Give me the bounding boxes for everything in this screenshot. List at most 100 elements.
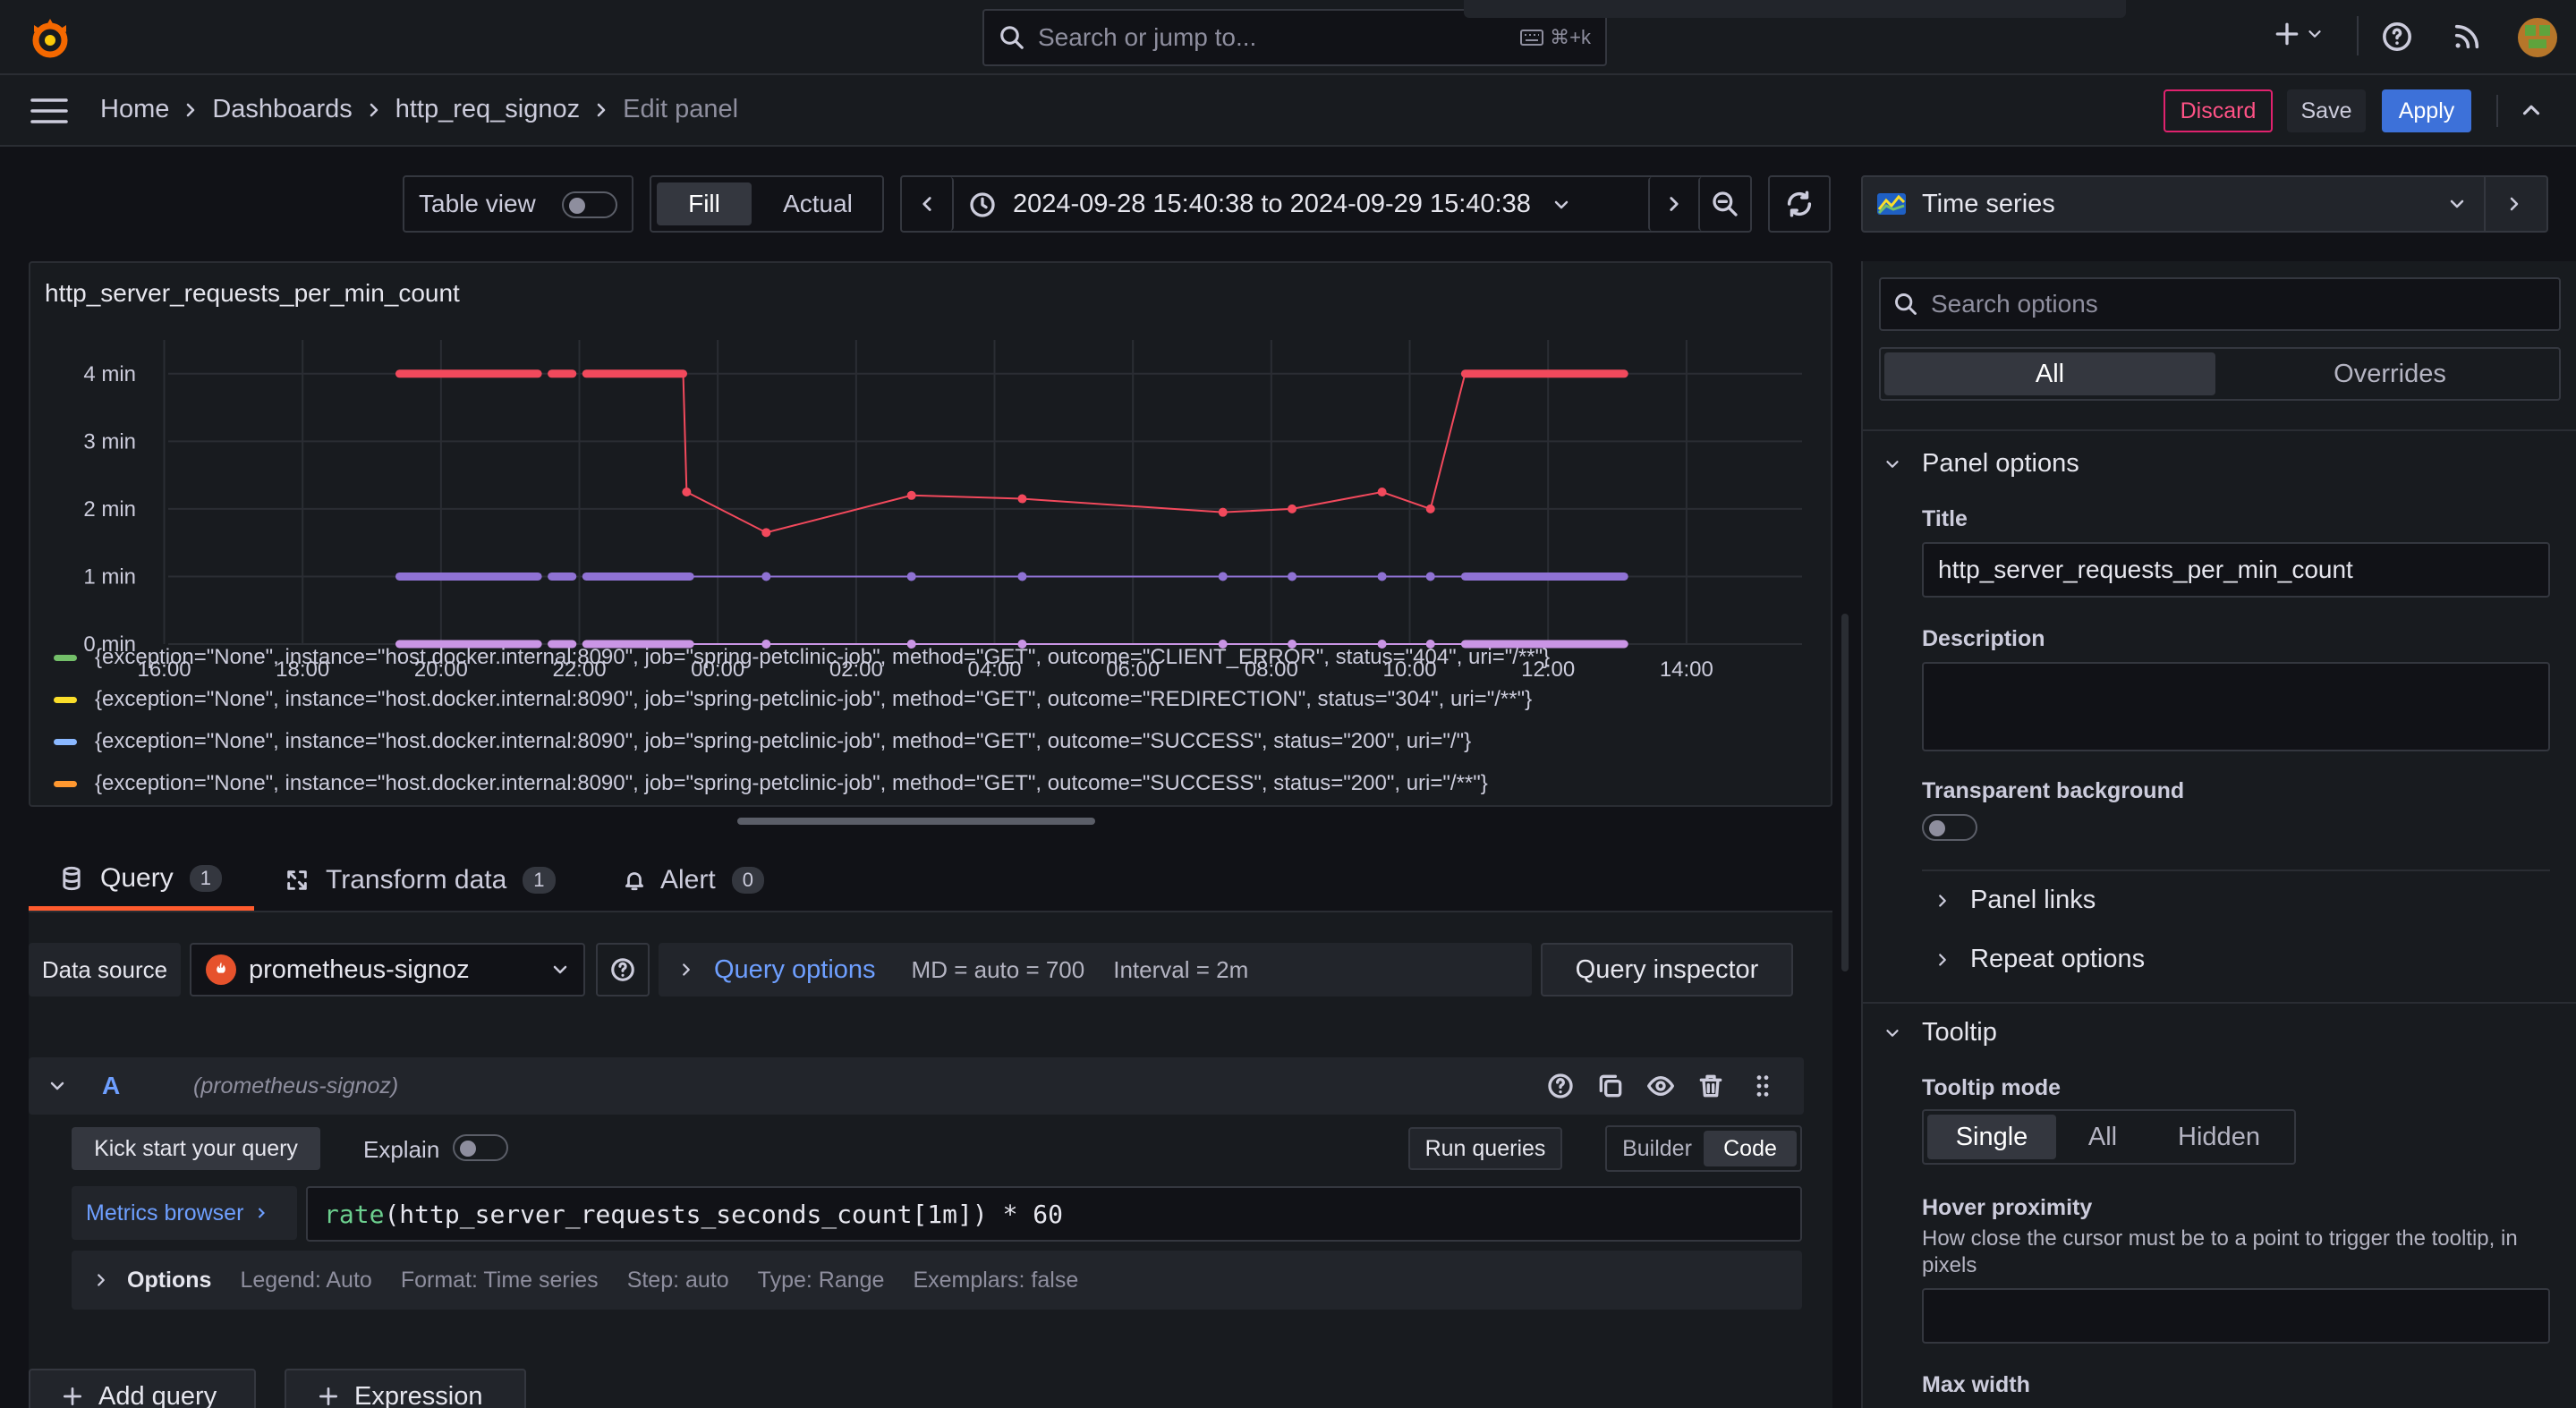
tab-all[interactable]: All [1884, 352, 2215, 395]
x-tick-label: 06:00 [1106, 657, 1160, 682]
series-point [1377, 572, 1387, 581]
x-tick-label: 12:00 [1521, 657, 1575, 682]
query-letter[interactable]: A [102, 1072, 120, 1100]
y-tick-label: 1 min [83, 564, 136, 589]
mode-hidden[interactable]: Hidden [2149, 1115, 2289, 1159]
breadcrumb-dashboards[interactable]: Dashboards [212, 95, 352, 124]
x-tick-label: 10:00 [1382, 657, 1436, 682]
news-feed-icon[interactable] [2452, 21, 2482, 52]
x-tick-label: 00:00 [691, 657, 744, 682]
table-view-switch[interactable] [562, 191, 617, 218]
drag-handle-icon[interactable] [1748, 1072, 1777, 1100]
description-textarea[interactable] [1922, 662, 2550, 751]
kick-start-button[interactable]: Kick start your query [72, 1127, 320, 1170]
discard-button[interactable]: Discard [2164, 89, 2273, 132]
add-expression-button[interactable]: Expression [285, 1369, 526, 1408]
series-point [682, 488, 692, 496]
query-options-bar[interactable]: Query options MD = auto = 700 Interval =… [659, 943, 1532, 997]
repeat-options-section[interactable]: Repeat options [1933, 945, 2145, 974]
grafana-logo-icon[interactable] [27, 16, 73, 61]
duplicate-icon[interactable] [1596, 1072, 1625, 1100]
table-view-toggle[interactable]: Table view [403, 175, 633, 233]
tooltip-section[interactable]: Tooltip [1883, 1018, 1997, 1048]
metrics-browser-button[interactable]: Metrics browser [72, 1186, 297, 1240]
chevron-down-icon [1886, 460, 1899, 468]
mode-all[interactable]: All [2060, 1115, 2146, 1159]
refresh-button[interactable] [1768, 175, 1831, 233]
zoom-out-button[interactable] [1698, 177, 1750, 231]
collapse-icon[interactable] [2518, 97, 2545, 123]
trash-icon[interactable] [1696, 1072, 1725, 1100]
apply-button[interactable]: Apply [2382, 89, 2471, 132]
help-icon[interactable] [2382, 21, 2412, 52]
promql-editor[interactable]: rate (http_server_requests_seconds_count[… [306, 1186, 1802, 1242]
tooltip-mode-label: Tooltip mode [1922, 1075, 2062, 1100]
chevron-down-icon [1886, 1029, 1899, 1037]
fill-option[interactable]: Fill [657, 182, 752, 225]
title-input[interactable]: http_server_requests_per_min_count [1922, 542, 2550, 598]
tab-alert[interactable]: Alert 0 [623, 850, 764, 911]
search-options-input[interactable]: Search options [1879, 277, 2561, 331]
datasource-picker[interactable]: prometheus-signoz [190, 943, 585, 997]
series-point [1218, 640, 1228, 649]
chevron-right-icon[interactable] [2504, 193, 2525, 215]
time-forward-button[interactable] [1648, 177, 1698, 231]
y-tick-label: 3 min [83, 429, 136, 454]
tab-overrides[interactable]: Overrides [2224, 352, 2555, 395]
x-tick-label: 22:00 [552, 657, 606, 682]
fill-actual-radio: Fill Actual [650, 175, 884, 233]
visualization-picker[interactable]: Time series [1861, 175, 2548, 233]
help-icon[interactable] [1546, 1072, 1575, 1100]
chevron-down-icon [1554, 200, 1569, 208]
save-button[interactable]: Save [2287, 89, 2366, 132]
series-point [761, 640, 771, 649]
query-inspector-button[interactable]: Query inspector [1541, 943, 1793, 997]
chevron-right-icon [98, 1274, 105, 1286]
splitter-handle[interactable] [737, 818, 1095, 825]
tab-query[interactable]: Query 1 [29, 850, 254, 911]
panel-options-section[interactable]: Panel options [1883, 449, 2079, 479]
user-avatar[interactable] [2518, 18, 2557, 57]
series-point [1377, 640, 1387, 649]
datasource-help-button[interactable] [596, 943, 650, 997]
chevron-right-icon [597, 103, 606, 116]
tab-transform-data[interactable]: Transform data 1 [285, 850, 556, 911]
eye-icon[interactable] [1646, 1072, 1675, 1100]
expr-function: rate [324, 1199, 385, 1229]
tab-count: 1 [523, 867, 556, 894]
chevron-right-icon [370, 103, 378, 116]
mode-single[interactable]: Single [1927, 1115, 2056, 1159]
breadcrumb-home[interactable]: Home [100, 95, 169, 124]
vertical-scrollbar[interactable] [1841, 614, 1849, 971]
breadcrumb-dashboard[interactable]: http_req_signoz [395, 95, 580, 124]
new-menu-button[interactable] [2273, 20, 2325, 48]
add-query-button[interactable]: Add query [29, 1369, 256, 1408]
chevron-right-icon [1670, 197, 1679, 211]
divider [2496, 95, 2498, 127]
series-point [1377, 488, 1387, 496]
time-back-button[interactable] [902, 177, 954, 231]
query-options-summary[interactable]: Options Legend: Auto Format: Time series… [72, 1251, 1802, 1310]
y-tick-label: 4 min [83, 362, 136, 386]
timeseries-viz-icon [1877, 193, 1906, 215]
chevron-right-icon [259, 1208, 266, 1218]
code-option[interactable]: Code [1704, 1131, 1797, 1166]
tab-count: 1 [189, 864, 222, 892]
hover-proximity-input[interactable] [1922, 1288, 2550, 1344]
menu-icon[interactable] [30, 97, 68, 125]
time-range-picker[interactable]: 2024-09-28 15:40:38 to 2024-09-29 15:40:… [968, 190, 1572, 219]
run-queries-button[interactable]: Run queries [1408, 1127, 1562, 1170]
actual-option[interactable]: Actual [757, 182, 879, 225]
series-point [1017, 494, 1027, 504]
transparent-background-switch[interactable] [1922, 814, 1977, 841]
chevron-down-icon[interactable] [47, 1075, 68, 1097]
chevron-down-icon [553, 965, 567, 974]
search-icon [1000, 26, 1024, 49]
explain-switch[interactable] [453, 1134, 508, 1161]
transform-icon [287, 870, 307, 890]
builder-option[interactable]: Builder [1611, 1131, 1704, 1166]
series-point [1425, 504, 1435, 513]
panel-links-section[interactable]: Panel links [1933, 886, 2096, 915]
query-source: (prometheus-signoz) [193, 1073, 399, 1098]
series-point [1218, 507, 1228, 517]
